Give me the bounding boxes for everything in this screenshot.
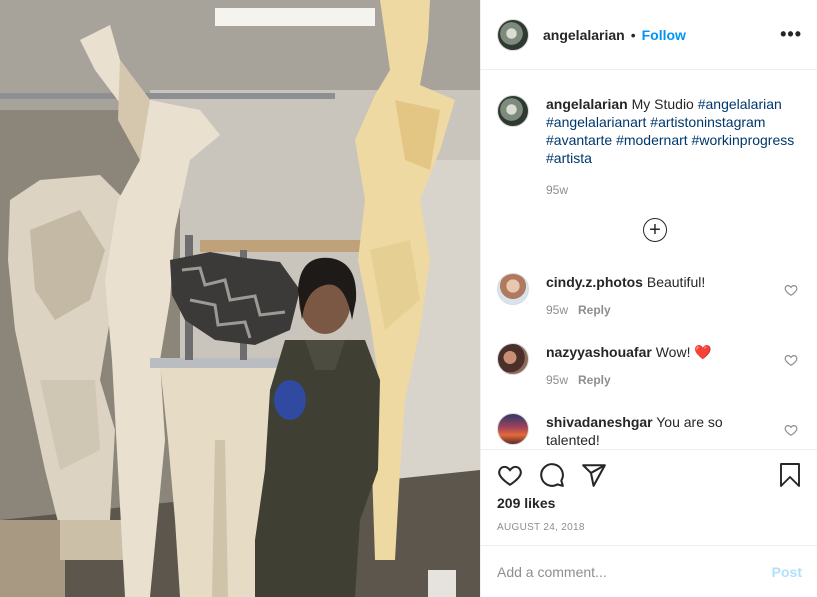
post-actions: 209 likes AUGUST 24, 2018 [481, 449, 817, 545]
post-photo[interactable] [0, 0, 480, 597]
plus-circle-icon[interactable]: + [643, 218, 667, 242]
small-heart-icon[interactable] [784, 423, 798, 437]
caption-age: 95w [546, 183, 569, 197]
comment-text: shivadaneshgar You are so talented! [546, 413, 802, 449]
comment-body: Beautiful! [642, 274, 706, 290]
comment-text: nazyyashouafar Wow! ❤️ [546, 343, 802, 361]
caption-author-username[interactable]: angelalarian [546, 96, 628, 112]
comment-item: cindy.z.photos Beautiful! 95w Reply [497, 273, 802, 317]
hashtag[interactable]: #angelalarian [698, 96, 782, 112]
comment-text: cindy.z.photos Beautiful! [546, 273, 802, 291]
small-heart-icon[interactable] [784, 283, 798, 297]
separator-dot: • [630, 26, 636, 43]
post-date: AUGUST 24, 2018 [497, 522, 585, 533]
more-options-icon[interactable]: ••• [780, 24, 802, 44]
reply-button[interactable]: Reply [578, 373, 611, 387]
author-avatar[interactable] [497, 18, 529, 51]
comment-item: nazyyashouafar Wow! ❤️ 95w Reply [497, 343, 802, 387]
hashtag[interactable]: #angelalarianart [546, 114, 646, 130]
caption-text: My Studio [627, 96, 698, 112]
heart-icon[interactable] [497, 462, 523, 488]
commenter-username[interactable]: shivadaneshgar [546, 414, 653, 430]
comments-scroll-area[interactable]: angelalarian My Studio #angelalarian #an… [481, 71, 817, 449]
comment-icon[interactable] [539, 462, 565, 488]
hashtag[interactable]: #avantarte [546, 132, 612, 148]
add-comment-bar: Post [481, 545, 817, 597]
commenter-avatar[interactable] [497, 413, 529, 445]
commenter-avatar[interactable] [497, 273, 529, 305]
comment-age: 95w [546, 303, 569, 317]
reply-button[interactable]: Reply [578, 303, 611, 317]
small-heart-icon[interactable] [784, 353, 798, 367]
commenter-username[interactable]: nazyyashouafar [546, 344, 652, 360]
commenter-avatar[interactable] [497, 343, 529, 375]
comment-body: Wow! ❤️ [651, 344, 712, 360]
paper-plane-icon[interactable] [581, 462, 607, 488]
likes-count[interactable]: 209 likes [497, 495, 555, 511]
comment-age: 95w [546, 373, 569, 387]
post-header: angelalarian • Follow ••• [481, 0, 817, 70]
comment-meta: 95w Reply [546, 373, 802, 387]
studio-photo-illustration [0, 0, 480, 597]
hashtag[interactable]: #workinprogress [692, 132, 795, 148]
comment-input[interactable] [497, 563, 747, 580]
commenter-username[interactable]: cindy.z.photos [546, 274, 643, 290]
post-caption: angelalarian My Studio #angelalarian #an… [497, 95, 802, 197]
author-username[interactable]: angelalarian [543, 27, 625, 43]
hashtag[interactable]: #artistoninstagram [650, 114, 765, 130]
bookmark-icon[interactable] [778, 462, 802, 488]
action-icons [497, 462, 607, 488]
follow-button[interactable]: Follow [642, 27, 686, 43]
caption-body: angelalarian My Studio #angelalarian #an… [546, 95, 802, 167]
post-side-panel: angelalarian • Follow ••• angelalarian M… [480, 0, 817, 597]
caption-author-avatar[interactable] [497, 95, 529, 127]
hashtag[interactable]: #artista [546, 150, 592, 166]
hashtag[interactable]: #modernart [616, 132, 688, 148]
post-comment-button[interactable]: Post [772, 564, 802, 580]
comment-item: shivadaneshgar You are so talented! [497, 413, 802, 449]
comment-meta: 95w Reply [546, 303, 802, 317]
